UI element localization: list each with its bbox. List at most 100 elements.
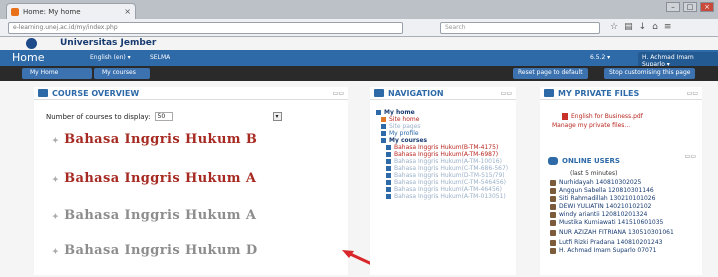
block-tools-icon[interactable]: ▭▭	[333, 90, 344, 97]
block-tools-icon[interactable]: ▭▭	[685, 153, 696, 160]
bookmark-icon[interactable]: ▤	[624, 22, 633, 32]
folder-icon	[544, 89, 554, 97]
avatar	[550, 188, 556, 194]
course-link-1[interactable]: ✦ Bahasa Inggris Hukum B	[52, 132, 257, 147]
online-user[interactable]: H. Achmad Imam Suparlo 07071	[550, 247, 700, 255]
online-user[interactable]: Lutfi Rizki Pradana 140810201243	[550, 239, 700, 247]
nav-tree-item[interactable]: Bahasa Inggris Hukum(D-TM-515/79)	[376, 172, 514, 179]
nav-tree-item[interactable]: My profile	[376, 130, 514, 137]
language-menu[interactable]: English (en) ▾	[90, 54, 131, 61]
private-files-title: MY PRIVATE FILES	[558, 88, 640, 98]
window-controls: – □ ×	[666, 2, 714, 12]
navigation-title: NAVIGATION	[388, 88, 444, 98]
block-tools-icon[interactable]: ▭▭	[501, 90, 512, 97]
home-icon[interactable]: ⌂	[652, 22, 658, 32]
site-brand-bar: Universitas Jember	[0, 37, 718, 50]
online-user[interactable]: Anggun Sabella 120810301146	[550, 187, 700, 195]
course-overview-block: COURSE OVERVIEW ▭▭ Number of courses to …	[34, 87, 348, 275]
online-users-period: (last 5 minutes)	[570, 170, 618, 177]
private-file-link[interactable]: English for Business.pdf	[562, 113, 643, 120]
nav-home-link[interactable]: Home	[12, 51, 44, 64]
avatar	[550, 180, 556, 186]
nav-tree-item[interactable]: My courses	[376, 137, 514, 144]
private-files-block: MY PRIVATE FILES ▭▭ English for Business…	[540, 87, 702, 147]
site-name: Universitas Jember	[60, 38, 157, 48]
nav-tree-item[interactable]: Bahasa Inggris Hukum(A-TM-10016)	[376, 158, 514, 165]
maximize-button[interactable]: □	[683, 2, 697, 12]
online-user[interactable]: Nurhidayah 140810302025	[550, 179, 700, 187]
nav-tree-item[interactable]: Bahasa Inggris Hukum(A-TM-6987)	[376, 151, 514, 158]
move-handle-icon[interactable]: ✦	[52, 174, 59, 184]
breadcrumb-my-home[interactable]: My Home	[22, 68, 92, 79]
online-user[interactable]: Siti Rahmadillah 130210101026	[550, 195, 700, 203]
browser-tabbar: Home: My home × – □ ×	[0, 0, 718, 19]
star-icon[interactable]: ☆	[610, 22, 618, 32]
manage-files-link[interactable]: Manage my private files...	[552, 122, 630, 129]
nav-tree-item[interactable]: Bahasa Inggris Hukum(B-TM-4175)	[376, 144, 514, 151]
navigation-icon	[374, 89, 384, 97]
online-users-block: ONLINE USERS ▭▭ (last 5 minutes) Nurhida…	[540, 147, 702, 275]
move-handle-icon[interactable]: ✦	[52, 246, 59, 256]
move-handle-icon[interactable]: ✦	[52, 135, 59, 145]
online-user[interactable]: NUR AZIZAH FITRIANA 130510301061	[550, 229, 700, 237]
select-dropdown-icon[interactable]: ▾	[272, 112, 282, 121]
move-handle-icon[interactable]: ✦	[52, 211, 59, 221]
online-users-header: ONLINE USERS	[548, 157, 620, 165]
nav-tree-item[interactable]: Site pages	[376, 123, 514, 130]
course-link-2[interactable]: ✦ Bahasa Inggris Hukum A	[52, 171, 256, 186]
online-user[interactable]: Mustika Kurniawati 141510601035	[550, 219, 700, 227]
nav-tree-item[interactable]: Bahasa Inggris Hukum(C-TM-546456)	[376, 179, 514, 186]
tab-close-icon[interactable]: ×	[124, 7, 131, 16]
browser-search-input[interactable]: Search	[440, 22, 600, 34]
stop-customising-button[interactable]: Stop customising this page	[604, 68, 696, 79]
courses-display-select[interactable]: 50	[154, 112, 173, 121]
browser-tab[interactable]: Home: My home ×	[6, 3, 136, 19]
course-overview-icon	[38, 89, 48, 97]
users-icon	[548, 157, 558, 165]
nav-tree-item[interactable]: Bahasa Inggris Hukum(A-TM-013051)	[376, 193, 514, 200]
avatar	[550, 204, 556, 210]
navigation-header: NAVIGATION ▭▭	[370, 87, 516, 100]
nav-version-menu[interactable]: 6.5.2 ▾	[590, 54, 610, 61]
course-overview-title: COURSE OVERVIEW	[52, 88, 140, 98]
nav-tree-item[interactable]: Bahasa Inggris Hukum(A-TM-46456)	[376, 186, 514, 193]
address-bar-row: e-learning.unej.ac.id/my/index.php Searc…	[0, 19, 718, 37]
online-users-list: Nurhidayah 140810302025 Anggun Sabella 1…	[550, 179, 700, 255]
page-content: COURSE OVERVIEW ▭▭ Number of courses to …	[0, 81, 718, 277]
url-input[interactable]: e-learning.unej.ac.id/my/index.php	[8, 22, 403, 34]
main-navbar: Home English (en) ▾ SELMA 6.5.2 ▾ H. Ach…	[0, 50, 718, 70]
avatar	[550, 220, 556, 226]
online-user[interactable]: DEWI YULIATIN 140210102102	[550, 203, 700, 211]
nav-tree-item[interactable]: Bahasa Inggris Hukum(C-TM-686-567)	[376, 165, 514, 172]
minimize-button[interactable]: –	[666, 2, 680, 12]
course-link-3[interactable]: ✦ Bahasa Inggris Hukum A	[52, 208, 256, 223]
nav-site-link[interactable]: SELMA	[150, 54, 170, 61]
browser-toolbar-icons: ☆ ▤ ↓ ⌂ ≡	[610, 22, 671, 32]
navigation-block: NAVIGATION ▭▭ My home Site home Site pag…	[370, 87, 516, 275]
navigation-tree: My home Site home Site pages My profile …	[376, 109, 514, 200]
course-link-4[interactable]: ✦ Bahasa Inggris Hukum D	[52, 243, 258, 258]
private-files-header: MY PRIVATE FILES ▭▭	[540, 87, 702, 100]
menu-icon[interactable]: ≡	[664, 22, 672, 32]
breadcrumb-my-courses[interactable]: My courses	[94, 68, 150, 79]
university-logo-icon	[26, 38, 37, 49]
nav-tree-item[interactable]: My home	[376, 109, 514, 116]
courses-display-control: Number of courses to display: 50 ▾	[46, 112, 282, 121]
avatar	[550, 212, 556, 218]
block-tools-icon[interactable]: ▭▭	[687, 90, 698, 97]
breadcrumb: My Home My courses Reset page to default…	[0, 66, 718, 81]
favicon-icon	[11, 7, 19, 16]
online-user[interactable]: windy ariantii 120810201324	[550, 211, 700, 219]
course-overview-header: COURSE OVERVIEW ▭▭	[34, 87, 348, 100]
nav-tree-item[interactable]: Site home	[376, 116, 514, 123]
reset-page-button[interactable]: Reset page to default	[513, 68, 588, 79]
online-users-title: ONLINE USERS	[562, 157, 620, 165]
avatar	[550, 248, 556, 254]
pdf-icon	[562, 113, 568, 120]
courses-display-label: Number of courses to display:	[46, 112, 151, 121]
download-icon[interactable]: ↓	[639, 22, 647, 32]
tab-title: Home: My home	[23, 7, 81, 16]
avatar	[550, 240, 556, 246]
avatar	[550, 230, 556, 236]
close-window-button[interactable]: ×	[700, 2, 714, 12]
